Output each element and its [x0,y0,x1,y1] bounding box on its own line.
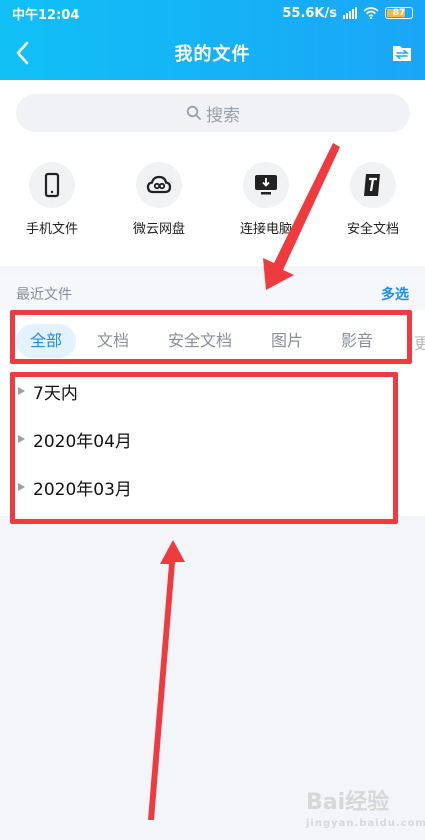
quick-secure-docs[interactable]: 安全文档 [328,162,418,237]
quick-label: 手机文件 [25,222,78,237]
recent-title: 最近文件 [16,287,72,303]
app-header: 中午12:04 55.6K/s 87 我的文件 [0,0,425,80]
recent-header: 最近文件 多选 [0,276,425,310]
status-bar: 中午12:04 55.6K/s 87 [0,0,425,26]
section-divider [0,266,425,276]
network-speed: 55.6K/s [282,5,337,21]
quick-actions: 手机文件 微云网盘 连接电脑 安全文档 [0,162,425,252]
highlight-box-groups [10,372,398,524]
watermark-logo: Bai经验 jingyan.baidu.com [306,790,425,829]
quick-label: 微云网盘 [132,222,185,237]
phone-icon [44,172,60,198]
page-title: 我的文件 [174,44,251,65]
multi-select-button[interactable]: 多选 [381,284,409,304]
highlight-box-tabs [10,310,412,364]
quick-label: 连接电脑 [239,222,292,237]
wifi-icon [363,7,379,19]
secure-doc-icon [364,174,380,196]
transfer-icon[interactable] [391,42,413,64]
battery-icon: 87 [385,7,413,19]
cloud-icon [146,175,172,194]
quick-phone-files[interactable]: 手机文件 [7,162,97,237]
search-placeholder: 搜索 [206,105,240,126]
quick-weiyun[interactable]: 微云网盘 [114,162,204,237]
quick-connect-pc[interactable]: 连接电脑 [221,162,311,237]
nav-bar: 我的文件 [0,26,425,80]
arrow-up-annotation [148,540,185,820]
search-icon [186,105,201,120]
signal-icon [343,7,357,19]
back-button[interactable] [12,40,36,66]
status-time: 中午12:04 [12,7,80,23]
search-input[interactable]: 搜索 [16,94,410,132]
tab-overflow-hint: 更 [414,334,425,352]
quick-label: 安全文档 [346,222,399,237]
monitor-icon [255,175,277,195]
